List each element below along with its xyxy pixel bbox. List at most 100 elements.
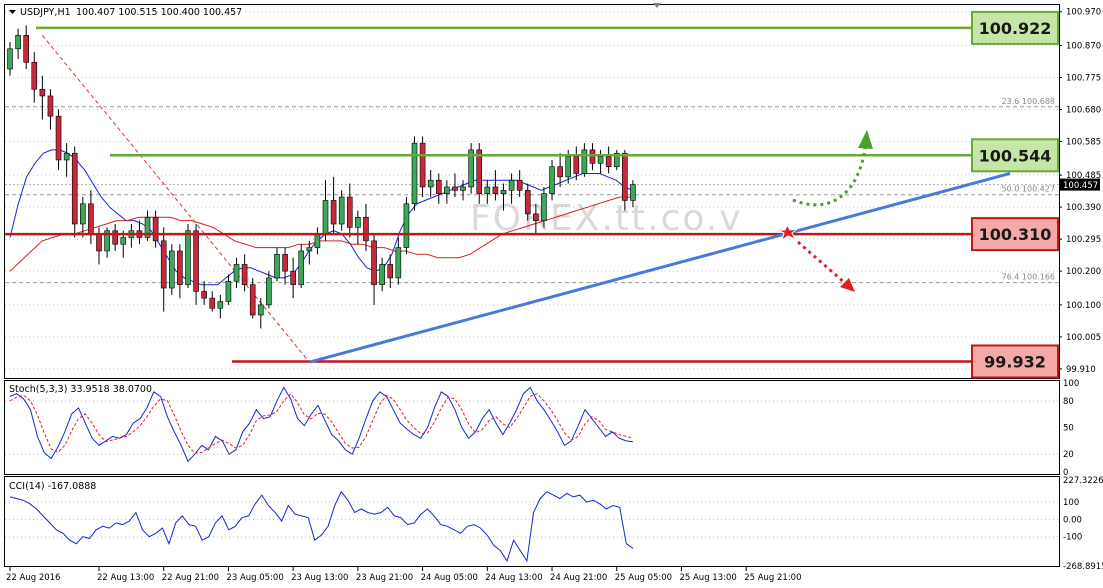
candle-body: [452, 186, 458, 191]
candle-body: [338, 196, 345, 225]
candle-body: [557, 166, 563, 178]
candle-body: [371, 240, 377, 285]
candle-body: [524, 190, 531, 215]
candle-body: [484, 186, 491, 194]
candle-body: [411, 142, 418, 205]
candle-body: [96, 233, 102, 252]
stoch-tick-label: 100: [1063, 379, 1079, 389]
fib-level-label: 50.0 100.427: [1002, 185, 1055, 194]
y-tick-label: 100.970: [1066, 8, 1101, 18]
candle-body: [290, 270, 296, 285]
x-tick-label: 25 Aug 21:00: [744, 573, 801, 583]
y-tick-label: 100.200: [1066, 267, 1101, 277]
key-level-label: 99.932: [984, 352, 1046, 371]
candle-body: [549, 166, 555, 194]
candle-body: [7, 48, 13, 70]
candle-body: [533, 213, 539, 221]
candle-body: [444, 186, 450, 194]
cci-tick-label: 227.3226: [1063, 476, 1103, 486]
symbol-label: USDJPY,H1: [20, 7, 71, 18]
candle-body: [605, 156, 612, 168]
candle-body: [217, 301, 224, 309]
x-tick-label: 23 Aug 21:00: [356, 573, 413, 583]
candle-body: [23, 35, 29, 63]
stoch-tick-label: 20: [1063, 450, 1074, 460]
candle-body: [152, 216, 159, 242]
y-tick-label: 99.910: [1066, 365, 1096, 375]
ohlc-label: 100.407 100.515 100.400 100.457: [76, 7, 242, 18]
candle-body: [395, 247, 402, 279]
candle-body: [201, 291, 207, 299]
x-tick-label: 22 Aug 13:00: [97, 573, 154, 583]
key-level-label: 100.922: [979, 19, 1052, 38]
y-tick-label: 100.005: [1066, 333, 1101, 343]
fib-level-label: 76.4 100.166: [1002, 273, 1055, 282]
candle-body: [355, 216, 361, 228]
candle-body: [565, 156, 572, 178]
fib-level-label: 23.6 100.688: [1002, 97, 1055, 106]
y-tick-label: 100.295: [1066, 235, 1101, 245]
candle-body: [500, 190, 507, 194]
candle-body: [88, 203, 94, 235]
candle-body: [266, 277, 272, 306]
candle-body: [112, 230, 118, 245]
y-tick-label: 100.870: [1066, 41, 1101, 51]
candle-body: [419, 142, 426, 188]
candle-body: [597, 156, 604, 164]
candle-body: [314, 233, 321, 248]
x-tick-label: 23 Aug 13:00: [291, 573, 348, 583]
stoch-panel: [4, 380, 1060, 475]
candle-body: [282, 254, 288, 272]
candle-body: [435, 179, 442, 194]
y-tick-label: 100.680: [1066, 105, 1101, 115]
y-tick-label: 100.775: [1066, 73, 1101, 83]
stoch-tick-label: 50: [1063, 424, 1074, 434]
candle-body: [257, 304, 264, 316]
candle-body: [589, 149, 596, 164]
y-tick-label: 100.390: [1066, 203, 1101, 213]
candle-body: [241, 264, 248, 285]
x-tick-label: 25 Aug 05:00: [615, 573, 672, 583]
candle-body: [169, 250, 175, 289]
candle-body: [249, 284, 256, 316]
main-panel: [4, 4, 1060, 379]
cci-label: CCI(14) -167.0888: [9, 481, 96, 492]
watermark: FOREX.tt.co.v: [470, 198, 743, 239]
stoch-tick-label: 80: [1063, 397, 1074, 407]
candle-body: [298, 250, 305, 285]
candle-body: [47, 95, 54, 117]
candle-body: [209, 297, 216, 309]
candle-body: [363, 216, 369, 242]
candle-body: [379, 264, 385, 285]
candle-body: [322, 200, 329, 235]
cci-tick-label: 0.00: [1063, 515, 1082, 525]
candle-body: [274, 254, 280, 279]
x-tick-label: 22 Aug 21:00: [162, 573, 219, 583]
candle-body: [15, 35, 21, 50]
candle-body: [573, 156, 580, 174]
candle-body: [346, 196, 353, 228]
x-tick-label: 24 Aug 13:00: [485, 573, 542, 583]
candle-body: [39, 88, 46, 97]
candle-body: [516, 179, 523, 191]
candle-body: [177, 250, 183, 285]
x-tick-label: 22 Aug 2016: [6, 573, 60, 583]
stoch-label: Stoch(5,3,3) 33.9518 38.0700: [9, 384, 152, 395]
current-price-label: 100.457: [1063, 181, 1098, 191]
candle-body: [63, 152, 70, 161]
candle-body: [306, 247, 313, 252]
candle-body: [630, 184, 636, 201]
x-tick-label: 24 Aug 21:00: [550, 573, 607, 583]
candle-body: [71, 152, 78, 225]
candle-body: [80, 203, 86, 225]
candle-body: [541, 193, 547, 221]
y-tick-label: 100.585: [1066, 137, 1101, 147]
candle-body: [387, 264, 394, 279]
candle-body: [403, 203, 410, 248]
candle-body: [460, 186, 466, 191]
candle-body: [120, 237, 127, 245]
cci-tick-label: -100: [1063, 533, 1082, 543]
candle-body: [225, 280, 232, 302]
cci-tick-label: -268.8915: [1063, 562, 1103, 572]
candle-body: [330, 200, 337, 225]
